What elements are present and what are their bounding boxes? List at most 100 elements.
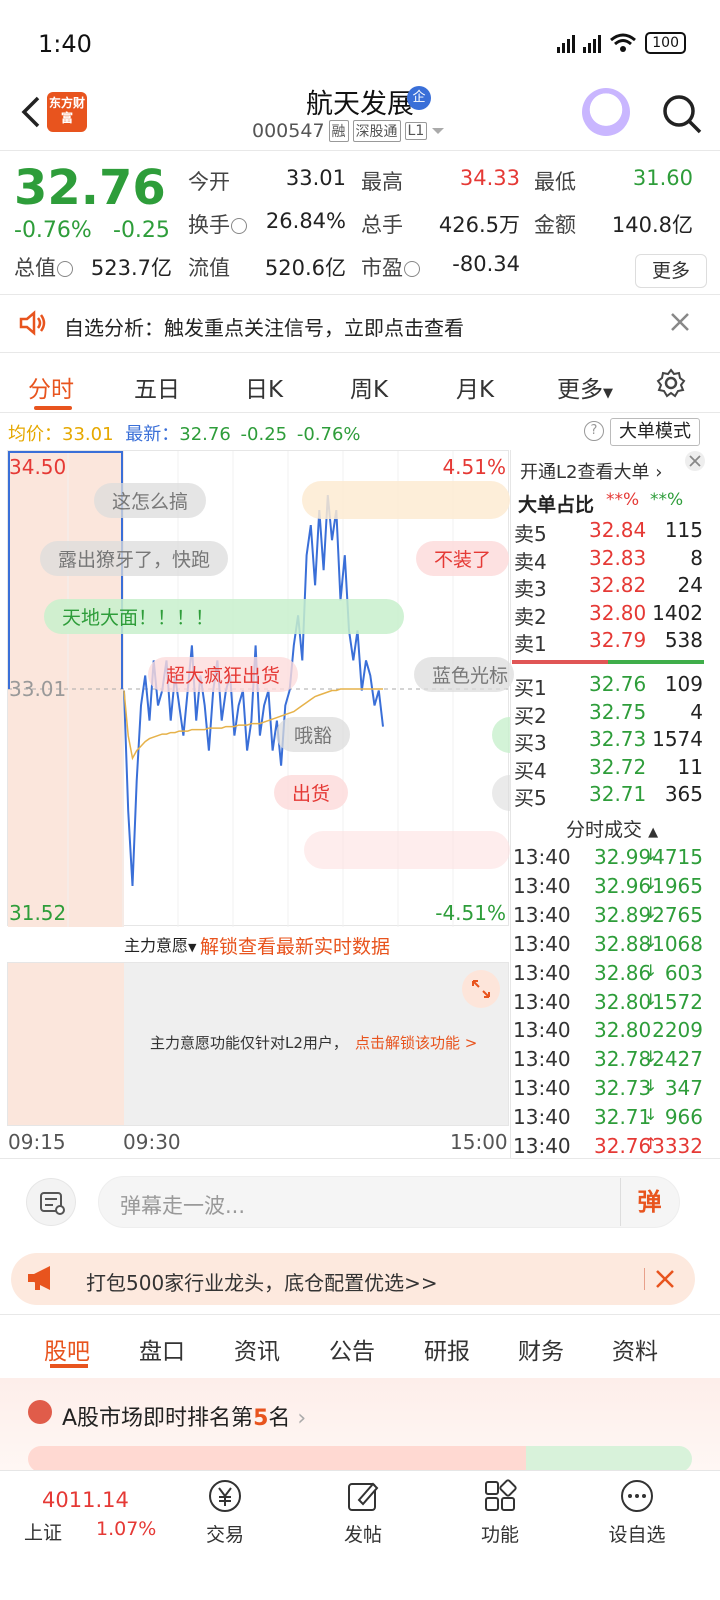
pe-label: 市盈 xyxy=(361,252,420,282)
search-icon[interactable] xyxy=(660,92,704,136)
tick-title[interactable]: 分时成交 ▲ xyxy=(566,815,658,842)
tick-direction-icon: ↓ xyxy=(644,1105,658,1125)
order-price: 32.83 xyxy=(589,545,647,570)
tab-five-day[interactable]: 五日 xyxy=(134,370,180,404)
tick-volume: 347 xyxy=(664,1076,703,1101)
active-tab-indicator xyxy=(34,406,72,410)
grid-icon xyxy=(485,1479,517,1511)
active-tab-indicator xyxy=(50,1364,88,1368)
tab-guba[interactable]: 股吧 xyxy=(44,1332,90,1366)
help-icon[interactable]: ? xyxy=(584,421,604,441)
amount-value: 140.8亿 xyxy=(611,213,693,237)
tick-price: 32.78 xyxy=(594,1047,652,1072)
pe-value: -80.34 xyxy=(452,252,520,276)
tab-research[interactable]: 研报 xyxy=(424,1332,470,1366)
tick-time: 13:40 xyxy=(513,1105,571,1130)
intraday-chart[interactable]: 34.50 33.01 31.52 4.51% -4.51% 这怎么搞 露出獠牙… xyxy=(7,450,515,927)
order-price: 32.71 xyxy=(589,782,647,806)
tab-news[interactable]: 资讯 xyxy=(234,1332,280,1366)
order-volume: 365 xyxy=(664,782,703,806)
danmaku-bullet: 出货 xyxy=(274,775,349,810)
tick-price: 32.89 xyxy=(594,902,652,927)
tab-daily-k[interactable]: 日K xyxy=(245,370,283,404)
ad-text[interactable]: 打包500家行业龙头，底仓配置优选>> xyxy=(86,1267,438,1296)
order-book-row: 卖5 32.84 115 xyxy=(513,518,705,546)
order-level-label: 卖3 xyxy=(514,577,547,601)
tick-price: 32.80 xyxy=(594,1018,652,1043)
tab-monthly-k[interactable]: 月K xyxy=(456,370,494,404)
close-icon[interactable] xyxy=(668,310,692,334)
unlock-link[interactable]: 解锁查看最新实时数据 xyxy=(200,932,390,959)
tick-row: 13:40 32.88 ↓ 1068 xyxy=(512,932,704,961)
pre-open-shade xyxy=(8,963,124,1125)
info-icon[interactable] xyxy=(231,218,247,234)
megaphone-icon xyxy=(28,1266,50,1290)
tab-more[interactable]: 更多▼ xyxy=(557,370,613,404)
tick-time: 13:40 xyxy=(513,1134,571,1158)
price-info-bar: 均价：33.01 最新：32.76 -0.25 -0.76% xyxy=(8,424,361,445)
index-name[interactable]: 上证 xyxy=(24,1518,62,1545)
big-order-ratio: **% **% xyxy=(606,490,684,510)
tab-profile[interactable]: 资料 xyxy=(612,1332,658,1366)
danmaku-bullet: 不装了 xyxy=(416,541,510,576)
index-change[interactable]: 1.07% xyxy=(96,1518,156,1540)
big-order-ratio-label: 大单占比 xyxy=(518,494,595,516)
tick-row: 13:40 32.71 ↓ 966 xyxy=(512,1105,704,1134)
high-label: 最高 xyxy=(361,170,403,194)
rank-text[interactable]: A股市场即时排名第5名 › xyxy=(62,1400,306,1432)
tick-time: 13:40 xyxy=(513,1047,571,1072)
open-label: 今开 xyxy=(188,170,230,194)
l2-big-order-link[interactable]: 开通L2查看大单 › xyxy=(520,458,662,484)
order-volume: 4 xyxy=(690,699,703,724)
time-label-start: 09:15 xyxy=(8,1130,66,1154)
big-order-mode-button[interactable]: 大单模式 xyxy=(610,418,700,446)
tick-volume: 1068 xyxy=(652,931,703,956)
main-intent-dropdown[interactable]: 主力意愿▼ xyxy=(124,932,196,956)
stock-code-line[interactable]: 000547 融 深股通 L1 xyxy=(252,120,445,142)
alert-text[interactable]: 自选分析：触发重点关注信号，立即点击查看 xyxy=(64,312,464,341)
index-value[interactable]: 4011.14 xyxy=(42,1488,129,1512)
settings-gear-icon[interactable] xyxy=(656,368,686,398)
order-price: 32.73 xyxy=(589,727,647,751)
order-book-row: 买3 32.73 1574 xyxy=(513,727,705,755)
order-volume: 1402 xyxy=(652,600,703,625)
y-label-top: 34.50 xyxy=(9,455,67,479)
order-book-row: 卖2 32.80 1402 xyxy=(513,600,705,629)
more-dots-icon xyxy=(621,1480,653,1512)
order-volume: 24 xyxy=(677,573,703,597)
market-cap-label: 总值 xyxy=(14,252,73,282)
info-icon[interactable] xyxy=(404,261,420,277)
nav-trade[interactable]: 交易 xyxy=(180,1478,270,1547)
tab-finance[interactable]: 财务 xyxy=(518,1332,564,1366)
order-volume: 1574 xyxy=(652,727,703,751)
tick-volume: 1572 xyxy=(652,989,703,1014)
tick-time: 13:40 xyxy=(513,1018,571,1043)
danmaku-send-button[interactable]: 弹 xyxy=(620,1178,678,1226)
info-icon[interactable] xyxy=(57,261,73,277)
tab-announcement[interactable]: 公告 xyxy=(329,1332,375,1366)
more-button[interactable]: 更多 xyxy=(635,254,707,288)
emoji-bullet xyxy=(304,831,510,869)
volume-value: 426.5万 xyxy=(438,213,520,237)
stock-code: 000547 xyxy=(252,120,325,142)
close-icon[interactable] xyxy=(684,450,706,472)
signal-icon xyxy=(583,33,602,53)
nav-watchlist[interactable]: 设自选 xyxy=(592,1478,682,1547)
expand-icon[interactable] xyxy=(462,970,500,1008)
order-volume: 115 xyxy=(664,518,703,542)
danmaku-bullet: 哦豁 xyxy=(276,717,351,752)
robot-assistant-icon[interactable] xyxy=(582,88,630,136)
close-icon[interactable] xyxy=(652,1266,678,1292)
nav-post[interactable]: 发帖 xyxy=(318,1478,408,1547)
y-label-bottom: 31.52 xyxy=(9,901,67,925)
tab-weekly-k[interactable]: 周K xyxy=(350,370,388,404)
tab-pankou[interactable]: 盘口 xyxy=(139,1332,185,1366)
order-price: 32.80 xyxy=(589,600,647,625)
danmaku-settings-icon[interactable] xyxy=(26,1178,76,1226)
tick-time: 13:40 xyxy=(513,845,571,869)
nav-watchlist-label: 设自选 xyxy=(608,1524,666,1546)
l2-unlock-link[interactable]: 点击解锁该功能 > xyxy=(355,1032,477,1053)
speaker-icon xyxy=(19,310,46,336)
nav-features[interactable]: 功能 xyxy=(455,1478,545,1547)
tab-intraday[interactable]: 分时 xyxy=(28,370,74,404)
